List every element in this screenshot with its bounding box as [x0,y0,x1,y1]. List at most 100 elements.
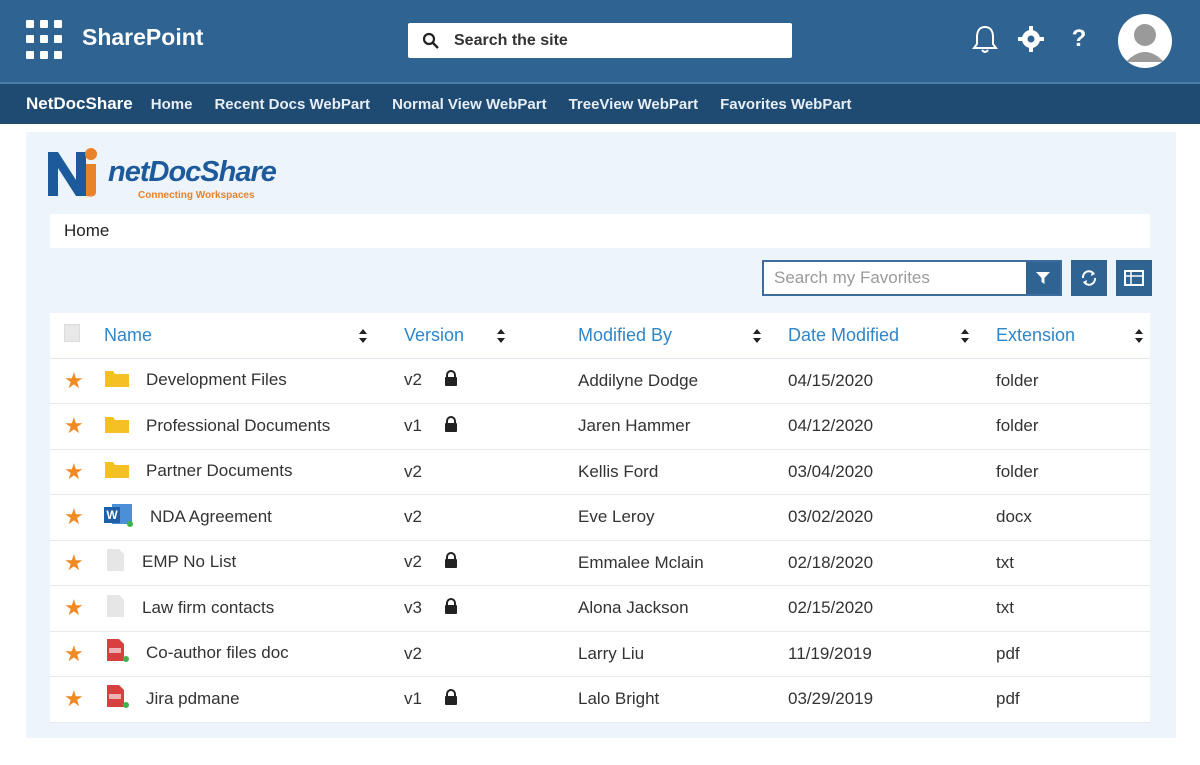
file-name[interactable]: Partner Documents [146,461,292,480]
name-cell[interactable]: Co-author files doc [104,631,404,677]
favorite-cell: ★ [50,494,104,541]
site-search-box[interactable] [408,23,792,58]
favorite-cell: ★ [50,403,104,450]
favorite-cell: ★ [50,449,104,495]
table-row[interactable]: ★ Partner Documents v2 Kellis Ford 03/04/202… [50,449,1150,495]
site-search-input[interactable] [454,31,754,50]
breadcrumb: Home [50,214,1150,248]
extension-value: txt [996,552,1014,572]
avatar[interactable] [1118,14,1172,68]
date-modified-cell: 02/15/2020 [788,585,996,632]
sort-icon[interactable] [752,328,762,344]
star-icon[interactable]: ★ [64,686,86,712]
version-cell: v1 [404,403,578,450]
site-name[interactable]: NetDocShare [26,94,133,114]
nav-link-normal-view[interactable]: Normal View WebPart [392,96,547,113]
star-icon[interactable]: ★ [64,550,86,576]
favorites-search-box[interactable] [762,260,1062,296]
sort-icon[interactable] [960,328,970,344]
gear-icon[interactable] [1016,22,1046,56]
bell-icon[interactable] [970,22,1000,56]
file-name[interactable]: Co-author files doc [146,643,289,662]
version-cell: v2 [404,449,578,495]
date-modified-cell: 04/12/2020 [788,403,996,450]
star-icon[interactable]: ★ [64,641,86,667]
header-date-modified-label: Date Modified [788,324,900,345]
sort-icon[interactable] [496,328,506,344]
select-all-checkbox[interactable] [64,323,80,342]
modified-by-cell: Kellis Ford [578,449,788,495]
nav-link-home[interactable]: Home [151,96,193,113]
modified-by-value: Kellis Ford [578,461,659,481]
logo-tagline: Connecting Workspaces [138,190,255,201]
header-name[interactable]: Name [104,313,404,359]
name-cell[interactable]: Partner Documents [104,449,404,495]
name-cell[interactable]: Professional Documents [104,403,404,450]
name-cell[interactable]: Law firm contacts [104,585,404,632]
star-icon[interactable]: ★ [64,413,86,439]
star-icon[interactable]: ★ [64,459,86,485]
name-cell[interactable]: W NDA Agreement [104,494,404,541]
date-modified-value: 03/29/2019 [788,689,874,709]
refresh-icon [1081,270,1097,286]
table-row[interactable]: ★ Jira pdmane v1 Lalo Bright 03/29/2019 pdf [50,676,1150,723]
sort-icon[interactable] [358,328,368,344]
modified-by-cell: Larry Liu [578,631,788,677]
table-row[interactable]: ★ Development Files v2 Addilyne Dodge 04/15/… [50,358,1150,404]
star-icon[interactable]: ★ [64,368,86,394]
sort-icon[interactable] [1134,328,1144,344]
extension-cell: txt [996,540,1150,586]
version-value: v2 [404,507,422,527]
view-toggle-button[interactable] [1116,260,1152,296]
name-cell[interactable]: EMP No List [104,540,404,586]
header-modified-by[interactable]: Modified By [578,313,788,359]
nav-link-treeview[interactable]: TreeView WebPart [569,96,699,113]
extension-cell: folder [996,358,1150,404]
name-cell[interactable]: Development Files [104,358,404,404]
modified-by-value: Jaren Hammer [578,416,691,436]
version-cell: v1 [404,676,578,723]
favorite-cell: ★ [50,631,104,677]
file-name[interactable]: Jira pdmane [146,689,240,708]
file-name[interactable]: Development Files [146,370,287,389]
header-date-modified[interactable]: Date Modified [788,313,996,359]
date-modified-value: 02/15/2020 [788,598,874,618]
breadcrumb-home[interactable]: Home [64,221,109,241]
text-file-icon [104,594,126,623]
file-name[interactable]: Law firm contacts [142,598,274,617]
header-version[interactable]: Version [404,313,578,359]
filter-button[interactable] [1026,262,1060,294]
modified-by-cell: Alona Jackson [578,585,788,632]
file-name[interactable]: NDA Agreement [150,507,272,526]
modified-by-value: Lalo Bright [578,689,660,709]
favorites-table: Name Version Modified By Date Modified E… [50,313,1150,723]
nav-link-favorites[interactable]: Favorites WebPart [720,96,851,113]
table-row[interactable]: ★ EMP No List v2 Emmalee Mclain 02/18/2020 tx… [50,540,1150,586]
table-row[interactable]: ★ Law firm contacts v3 Alona Jackson 02/15/2… [50,585,1150,632]
lock-icon [444,415,458,437]
app-launcher-icon[interactable] [26,20,66,60]
date-modified-value: 03/04/2020 [788,461,874,481]
version-value: v2 [404,370,422,390]
refresh-button[interactable] [1071,260,1107,296]
nav-link-recent-docs[interactable]: Recent Docs WebPart [214,96,370,113]
header-name-label: Name [104,324,153,345]
help-icon[interactable]: ? [1064,22,1094,56]
modified-by-cell: Addilyne Dodge [578,358,788,404]
extension-value: folder [996,416,1039,436]
table-row[interactable]: ★ Professional Documents v1 Jaren Hammer 04/… [50,403,1150,450]
favorites-search-input[interactable] [764,262,1026,294]
star-icon[interactable]: ★ [64,595,86,621]
file-name[interactable]: EMP No List [142,552,236,571]
sharepoint-brand[interactable]: SharePoint [82,24,203,51]
date-modified-value: 04/12/2020 [788,416,874,436]
table-row[interactable]: ★ W NDA Agreement v2 Eve Leroy 03/02/2020 docx [50,494,1150,541]
file-name[interactable]: Professional Documents [146,416,330,435]
table-row[interactable]: ★ Co-author files doc v2 Larry Liu 11/19/201… [50,631,1150,677]
modified-by-cell: Eve Leroy [578,494,788,541]
name-cell[interactable]: Jira pdmane [104,676,404,723]
favorite-cell: ★ [50,585,104,632]
star-icon[interactable]: ★ [64,504,86,530]
version-cell: v2 [404,631,578,677]
header-extension[interactable]: Extension [996,313,1150,359]
